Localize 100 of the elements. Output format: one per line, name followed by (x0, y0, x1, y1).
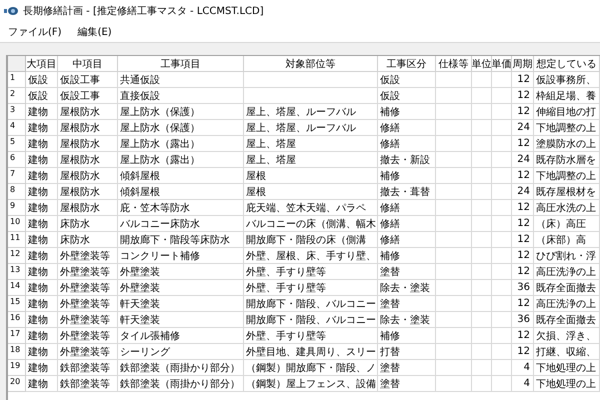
table-cell: 36 (512, 280, 534, 296)
empty-cell (472, 264, 492, 280)
table-cell: 打継、収縮、 (534, 344, 600, 360)
table-cell: 建物 (26, 360, 58, 376)
table-cell: 既存防水層を (534, 152, 600, 168)
table-cell: コンクリート補修 (118, 248, 244, 264)
empty-cell (472, 248, 492, 264)
empty-cell (436, 72, 472, 88)
table-cell: 建物 (26, 344, 58, 360)
row-header[interactable]: 11 (8, 232, 26, 248)
table-cell: 共通仮設 (118, 72, 244, 88)
row-header[interactable]: 17 (8, 328, 26, 344)
table-cell: 12 (512, 264, 534, 280)
empty-cell (472, 376, 492, 392)
table-cell: 仮設 (378, 88, 436, 104)
table-cell: 外壁、手すり壁等 (244, 280, 378, 296)
table-cell: 建物 (26, 216, 58, 232)
column-header[interactable]: 対象部位等 (244, 56, 378, 72)
empty-cell (436, 216, 472, 232)
table-cell: 撤去・新設 (378, 152, 436, 168)
empty-cell (436, 88, 472, 104)
row-header[interactable]: 10 (8, 216, 26, 232)
empty-cell (436, 360, 472, 376)
row-header[interactable]: 7 (8, 168, 26, 184)
row-header[interactable]: 3 (8, 104, 26, 120)
column-header[interactable]: 単価 (492, 56, 512, 72)
row-header[interactable]: 1 (8, 72, 26, 88)
row-header[interactable]: 14 (8, 280, 26, 296)
empty-cell (436, 312, 472, 328)
row-header[interactable]: 13 (8, 264, 26, 280)
table-cell: ひび割れ・浮 (534, 248, 600, 264)
row-header[interactable]: 18 (8, 344, 26, 360)
table-cell: 12 (512, 344, 534, 360)
table-cell: 直接仮設 (118, 88, 244, 104)
table-cell: 外壁塗装等 (58, 264, 118, 280)
column-header[interactable]: 想定している (534, 56, 600, 72)
table-cell: 庇・笠木等防水 (118, 200, 244, 216)
empty-cell (492, 248, 512, 264)
row-header[interactable]: 19 (8, 360, 26, 376)
empty-cell (472, 344, 492, 360)
table-cell: 外壁塗装等 (58, 248, 118, 264)
table-cell: 補修 (378, 168, 436, 184)
table-cell: 傾斜屋根 (118, 184, 244, 200)
empty-cell (436, 136, 472, 152)
table-cell: 下地調整の上 (534, 120, 600, 136)
table-cell: 仮設工事 (58, 88, 118, 104)
empty-cell (492, 184, 512, 200)
row-header[interactable]: 16 (8, 312, 26, 328)
table-cell: 外壁塗装等 (58, 296, 118, 312)
empty-cell (492, 136, 512, 152)
empty-cell (492, 88, 512, 104)
empty-cell (436, 264, 472, 280)
table-cell: 屋根防水 (58, 136, 118, 152)
column-header[interactable]: 中項目 (58, 56, 118, 72)
row-header[interactable]: 9 (8, 200, 26, 216)
column-header[interactable]: 工事項目 (118, 56, 244, 72)
table-cell: 軒天塗装 (118, 312, 244, 328)
menu-item[interactable]: 編集(E) (72, 23, 118, 41)
row-header[interactable]: 2 (8, 88, 26, 104)
corner-cell[interactable] (8, 56, 26, 72)
table-cell: 外壁塗装等 (58, 328, 118, 344)
table-cell: 36 (512, 312, 534, 328)
column-header[interactable]: 周期 (512, 56, 534, 72)
table-cell: 仮設事務所、 (534, 72, 600, 88)
table-cell: 塗替 (378, 376, 436, 392)
empty-cell (436, 232, 472, 248)
table-cell: 屋上防水（保護） (118, 104, 244, 120)
table-cell: バルコニーの床（側溝、幅木 (244, 216, 378, 232)
table-cell: 傾斜屋根 (118, 168, 244, 184)
empty-cell (436, 280, 472, 296)
table-cell: 屋根 (244, 184, 378, 200)
table-cell: 屋上防水（露出） (118, 152, 244, 168)
row-header[interactable]: 8 (8, 184, 26, 200)
table-cell: 屋上防水（保護） (118, 120, 244, 136)
table-cell: 外壁塗装等 (58, 280, 118, 296)
column-header[interactable]: 仕様等 (436, 56, 472, 72)
empty-cell (436, 200, 472, 216)
empty-cell (436, 184, 472, 200)
table-cell: 24 (512, 152, 534, 168)
table-cell: 建物 (26, 152, 58, 168)
table-cell: 建物 (26, 104, 58, 120)
empty-cell (472, 232, 492, 248)
column-header[interactable]: 単位 (472, 56, 492, 72)
row-header[interactable]: 6 (8, 152, 26, 168)
row-header[interactable]: 12 (8, 248, 26, 264)
table-cell: 建物 (26, 248, 58, 264)
table-cell: （鋼製）屋上フェンス、設備 (244, 376, 378, 392)
table-cell: 修繕 (378, 200, 436, 216)
menu-item[interactable]: ファイル(F) (2, 23, 68, 41)
row-header[interactable]: 20 (8, 376, 26, 392)
column-header[interactable]: 工事区分 (378, 56, 436, 72)
empty-cell (492, 200, 512, 216)
row-header[interactable]: 15 (8, 296, 26, 312)
empty-cell (492, 328, 512, 344)
row-header[interactable]: 4 (8, 120, 26, 136)
column-header[interactable]: 大項目 (26, 56, 58, 72)
table-cell: 塗替 (378, 264, 436, 280)
table-cell: 屋上、塔屋 (244, 136, 378, 152)
table-cell: 屋根防水 (58, 184, 118, 200)
row-header[interactable]: 5 (8, 136, 26, 152)
